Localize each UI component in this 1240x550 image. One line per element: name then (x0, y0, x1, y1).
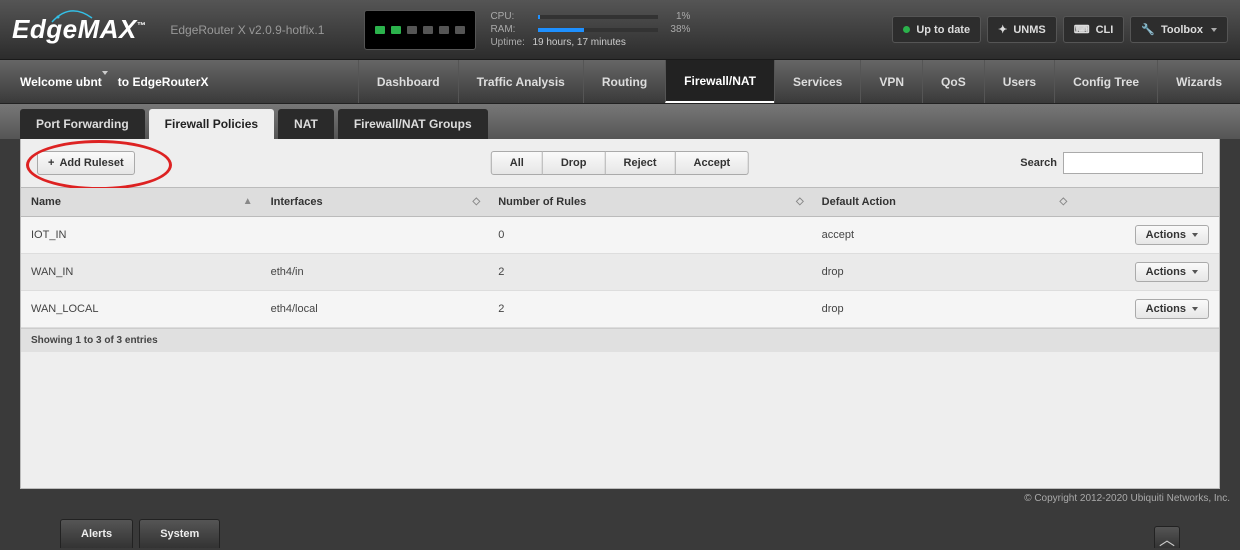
nav-qos[interactable]: QoS (922, 60, 984, 103)
actions-button[interactable]: Actions (1135, 262, 1209, 282)
nav-services[interactable]: Services (774, 60, 860, 103)
col-interfaces[interactable]: Interfaces◇ (261, 188, 489, 217)
plus-icon: + (48, 157, 54, 169)
port-led (455, 26, 465, 34)
actions-button[interactable]: Actions (1135, 299, 1209, 319)
subtab-port-forwarding[interactable]: Port Forwarding (20, 109, 145, 139)
nav-config-tree[interactable]: Config Tree (1054, 60, 1157, 103)
logo: EdgeMAX™ (12, 14, 146, 45)
model-label: EdgeRouter X v2.0.9-hotfix.1 (170, 23, 324, 37)
table-row: WAN_LOCALeth4/local2drop Actions (21, 291, 1219, 328)
filter-all[interactable]: All (491, 151, 543, 175)
status-panel (364, 10, 476, 50)
sort-icon: ◇ (473, 196, 481, 207)
search-label: Search (1020, 157, 1057, 169)
port-leds (375, 26, 465, 34)
nav-firewall-nat[interactable]: Firewall/NAT (665, 60, 774, 103)
ruleset-table: Name▲ Interfaces◇ Number of Rules◇ Defau… (21, 187, 1219, 328)
main-nav: Dashboard Traffic Analysis Routing Firew… (358, 60, 1240, 103)
col-actions (1075, 188, 1219, 217)
col-rules[interactable]: Number of Rules◇ (488, 188, 811, 217)
chevron-down-icon (1192, 233, 1198, 237)
refresh-icon: ✦ (998, 23, 1007, 36)
chevron-down-icon (1211, 28, 1217, 32)
subtab-nat[interactable]: NAT (278, 109, 334, 139)
chevron-up-icon: ︿ (1159, 526, 1175, 550)
nav-wizards[interactable]: Wizards (1157, 60, 1240, 103)
sort-icon: ◇ (796, 196, 804, 207)
port-led (423, 26, 433, 34)
filter-accept[interactable]: Accept (676, 151, 750, 175)
collapse-button[interactable]: ︿ (1154, 526, 1180, 548)
col-default-action[interactable]: Default Action◇ (812, 188, 1076, 217)
chevron-down-icon (1192, 307, 1198, 311)
port-led (375, 26, 385, 34)
nav-vpn[interactable]: VPN (860, 60, 922, 103)
filter-reject[interactable]: Reject (606, 151, 676, 175)
chevron-down-icon (1192, 270, 1198, 274)
copyright: © Copyright 2012-2020 Ubiquiti Networks,… (1024, 493, 1230, 504)
subtab-firewall-nat-groups[interactable]: Firewall/NAT Groups (338, 109, 488, 139)
filter-drop[interactable]: Drop (543, 151, 606, 175)
entries-info: Showing 1 to 3 of 3 entries (21, 328, 1219, 352)
nav-traffic-analysis[interactable]: Traffic Analysis (458, 60, 583, 103)
sort-asc-icon: ▲ (243, 196, 253, 207)
port-led (407, 26, 417, 34)
add-ruleset-button[interactable]: + Add Ruleset (37, 151, 135, 175)
unms-button[interactable]: ✦UNMS (987, 16, 1057, 43)
filter-group: All Drop Reject Accept (491, 151, 749, 175)
nav-routing[interactable]: Routing (583, 60, 665, 103)
port-led (439, 26, 449, 34)
subtab-firewall-policies[interactable]: Firewall Policies (149, 109, 274, 139)
bottom-tab-system[interactable]: System (139, 519, 220, 548)
table-row: IOT_IN0accept Actions (21, 217, 1219, 254)
chevron-down-icon (102, 71, 108, 89)
device-name: to EdgeRouterX (118, 75, 209, 89)
cli-button[interactable]: ⌨CLI (1063, 16, 1125, 43)
nav-dashboard[interactable]: Dashboard (358, 60, 458, 103)
terminal-icon: ⌨ (1074, 23, 1090, 36)
uptodate-button[interactable]: Up to date (892, 16, 981, 43)
toolbox-button[interactable]: 🔧Toolbox (1130, 16, 1228, 43)
port-led (391, 26, 401, 34)
search-input[interactable] (1063, 152, 1203, 174)
system-stats: CPU:1% RAM:38% Uptime:19 hours, 17 minut… (490, 10, 690, 49)
bottom-tab-alerts[interactable]: Alerts (60, 519, 133, 548)
actions-button[interactable]: Actions (1135, 225, 1209, 245)
welcome-user[interactable]: Welcome ubnt (20, 75, 108, 89)
col-name[interactable]: Name▲ (21, 188, 261, 217)
nav-users[interactable]: Users (984, 60, 1054, 103)
table-row: WAN_INeth4/in2drop Actions (21, 254, 1219, 291)
sort-icon: ◇ (1060, 196, 1068, 207)
wrench-icon: 🔧 (1141, 23, 1155, 36)
